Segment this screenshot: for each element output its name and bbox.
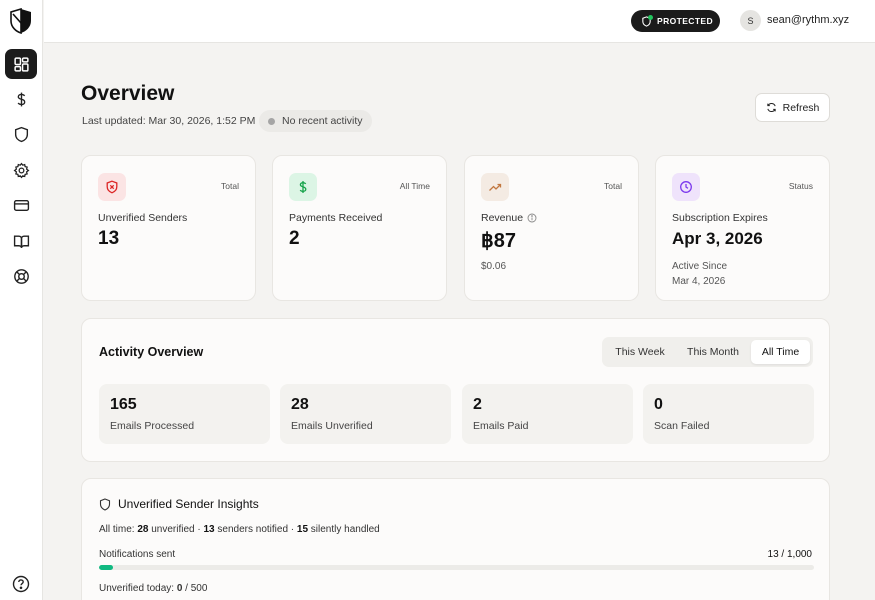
info-icon[interactable] <box>527 213 537 223</box>
sidebar-item-billing[interactable] <box>5 190 37 220</box>
activity-status-pill: No recent activity <box>259 110 372 132</box>
sidebar-item-settings[interactable] <box>5 155 37 185</box>
stat-card-payments-received: All Time Payments Received 2 <box>272 155 447 301</box>
sidebar-item-docs[interactable] <box>5 226 37 256</box>
summary-text: unverified · <box>148 524 204 535</box>
sidebar-item-security[interactable] <box>5 119 37 149</box>
stat-value: ฿87 <box>481 230 516 252</box>
metric-value: 0 <box>654 396 663 413</box>
unverified-today: Unverified today: 0 / 500 <box>99 583 207 594</box>
metric-value: 165 <box>110 396 137 413</box>
metric-tile: 2 Emails Paid <box>462 384 633 444</box>
metric-tile: 28 Emails Unverified <box>280 384 451 444</box>
section-title: Unverified Sender Insights <box>118 497 259 511</box>
page-title: Overview <box>81 82 175 105</box>
shield-icon <box>14 126 28 142</box>
status-dot <box>648 15 653 20</box>
dashboard-icon <box>13 56 29 72</box>
stat-label-row: Revenue <box>481 212 537 224</box>
shield-icon <box>99 497 111 511</box>
notifications-progress-bar <box>99 565 814 570</box>
stat-subvalue: $0.06 <box>481 261 507 272</box>
clock-icon <box>672 173 700 201</box>
top-bar: PROTECTED S sean@rythm.xyz <box>44 0 875 43</box>
dollar-icon <box>17 92 25 106</box>
stat-value: 13 <box>98 228 120 249</box>
sidebar-item-payments[interactable] <box>5 84 37 114</box>
tab-all-time[interactable]: All Time <box>751 340 810 364</box>
section-title-row: Unverified Sender Insights <box>99 497 259 511</box>
metric-label: Emails Unverified <box>291 420 373 432</box>
summary-text: silently handled <box>308 524 380 535</box>
last-updated-text: Last updated: Mar 30, 2026, 1:52 PM <box>82 115 256 127</box>
sidebar-item-dashboard[interactable] <box>5 49 37 79</box>
stat-card-unverified-senders: Total Unverified Senders 13 <box>81 155 256 301</box>
book-icon <box>13 234 29 248</box>
metric-value: 2 <box>473 396 482 413</box>
summary-prefix: All time: <box>99 524 138 535</box>
stat-tag: Total <box>221 181 239 191</box>
question-icon[interactable] <box>11 574 31 594</box>
sidebar <box>0 0 43 600</box>
today-suffix: / 500 <box>182 583 208 594</box>
lifebuoy-icon <box>13 268 29 284</box>
progress-fill <box>99 565 114 570</box>
today-prefix: Unverified today: <box>99 583 177 594</box>
sidebar-item-support[interactable] <box>5 261 37 291</box>
section-title: Activity Overview <box>99 345 204 359</box>
notifications-label: Notifications sent <box>99 549 176 560</box>
protected-status-badge[interactable]: PROTECTED <box>631 10 720 32</box>
stat-tag: Total <box>604 181 622 191</box>
insights-summary: All time: 28 unverified · 13 senders not… <box>99 524 380 535</box>
stat-tag: Status <box>788 181 813 191</box>
unverified-count: 28 <box>137 524 149 535</box>
metric-label: Scan Failed <box>654 420 710 432</box>
trending-up-icon <box>481 173 509 201</box>
stat-subvalue-label: Active Since <box>672 261 728 272</box>
metric-label: Emails Processed <box>110 420 195 432</box>
stat-subvalue-date: Mar 4, 2026 <box>672 276 726 287</box>
unverified-sender-insights-card: Unverified Sender Insights All time: 28 … <box>81 478 830 600</box>
handled-count: 15 <box>296 524 309 535</box>
refresh-icon <box>766 102 776 113</box>
stat-value: 2 <box>289 228 300 249</box>
refresh-label: Refresh <box>782 101 820 114</box>
refresh-button[interactable]: Refresh <box>755 93 830 122</box>
metric-tile: 165 Emails Processed <box>99 384 270 444</box>
tab-this-week[interactable]: This Week <box>605 340 675 364</box>
gear-icon <box>13 162 29 178</box>
dollar-icon <box>289 173 317 201</box>
stat-card-subscription: Status Subscription Expires Apr 3, 2026 … <box>655 155 830 301</box>
stat-tag: All Time <box>399 181 430 191</box>
user-email[interactable]: sean@rythm.xyz <box>767 14 849 26</box>
notifications-count: 13 / 1,000 <box>767 549 812 560</box>
stat-label: Revenue <box>481 212 524 224</box>
tab-this-month[interactable]: This Month <box>678 340 748 364</box>
metric-tile: 0 Scan Failed <box>643 384 814 444</box>
protected-status-label: PROTECTED <box>657 16 714 26</box>
metric-label: Emails Paid <box>473 420 529 432</box>
shield-x-icon <box>98 173 126 201</box>
stat-card-revenue: Total Revenue ฿87 $0.06 <box>464 155 639 301</box>
activity-status-dot <box>268 117 275 125</box>
avatar[interactable]: S <box>740 10 761 31</box>
stat-label: Payments Received <box>289 212 383 224</box>
stat-label: Unverified Senders <box>98 212 188 224</box>
notified-count: 13 <box>203 524 215 535</box>
shield-logo-icon[interactable] <box>9 8 33 34</box>
time-range-tabs: This Week This Month All Time <box>602 337 813 367</box>
metric-value: 28 <box>291 396 309 413</box>
summary-text: senders notified · <box>214 524 297 535</box>
stat-label: Subscription Expires <box>672 212 768 224</box>
credit-card-icon <box>13 199 29 211</box>
activity-status-label: No recent activity <box>282 115 363 127</box>
activity-overview-card: Activity Overview This Week This Month A… <box>81 318 830 462</box>
stat-value: Apr 3, 2026 <box>672 229 763 248</box>
